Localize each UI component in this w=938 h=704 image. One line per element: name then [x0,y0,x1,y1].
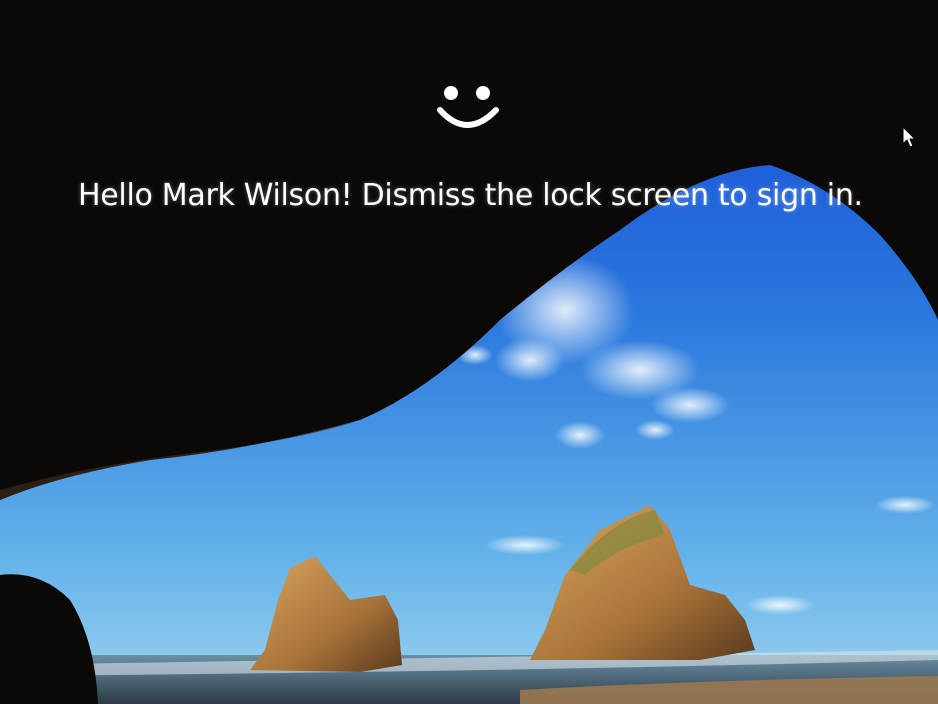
lock-screen[interactable]: Hello Mark Wilson! Dismiss the lock scre… [0,0,938,704]
smiley-face-icon [437,86,499,128]
greeting-area [0,70,938,144]
greeting-text: Hello Mark Wilson! Dismiss the lock scre… [78,178,863,213]
mouse-pointer-icon [902,126,916,148]
